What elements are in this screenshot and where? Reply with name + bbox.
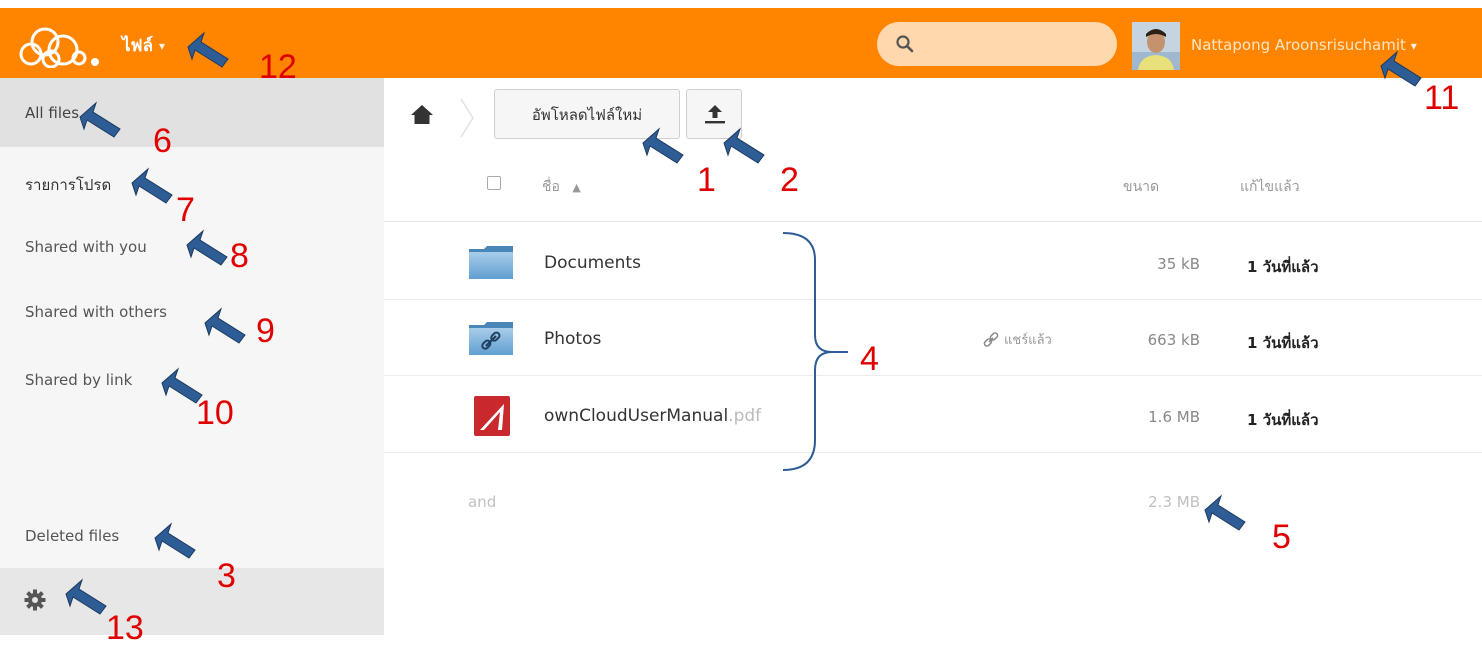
upload-icon	[705, 105, 725, 124]
sidebar-item-shared-with-others[interactable]: Shared with others	[0, 277, 384, 346]
sidebar-item-label: รายการโปรด	[25, 176, 112, 194]
annotation-7: 7	[176, 191, 195, 229]
folder-icon	[469, 246, 513, 279]
file-name[interactable]: Photos	[544, 329, 601, 349]
home-icon[interactable]	[410, 104, 434, 126]
file-modified: 1 วันที่แล้ว	[1247, 258, 1319, 276]
file-size: 1.6 MB	[1148, 408, 1200, 426]
annotation-8: 8	[230, 237, 249, 275]
annotation-10: 10	[196, 394, 234, 432]
file-modified: 1 วันที่แล้ว	[1247, 411, 1319, 429]
file-extension: .pdf	[728, 406, 762, 426]
gear-icon[interactable]	[24, 589, 46, 611]
upload-button[interactable]	[686, 89, 742, 139]
user-name: Nattapong Aroonsrisuchamit	[1191, 36, 1406, 54]
new-upload-button[interactable]: อัพโหลดไฟล์ใหม่	[494, 89, 680, 139]
sidebar-item-all-files[interactable]: All files	[0, 78, 384, 147]
avatar[interactable]	[1132, 22, 1180, 70]
table-header-divider	[384, 221, 1482, 222]
sidebar-item-label: Deleted files	[25, 527, 120, 545]
settings-bar[interactable]	[0, 568, 384, 635]
pdf-icon	[474, 396, 510, 436]
avatar-image	[1132, 22, 1180, 70]
file-base-name: ownCloudUserManual	[544, 406, 729, 426]
sidebar-item-label: All files	[25, 104, 80, 122]
file-size: 663 kB	[1147, 331, 1200, 349]
annotation-11: 11	[1424, 79, 1460, 117]
breadcrumb-separator-icon	[460, 98, 474, 138]
top-header-bar: ไฟล์ ▾ Nattapong Aroonsrisuchamit ▾	[0, 8, 1482, 78]
modified-column-header[interactable]: แก้ไขแล้ว	[1240, 176, 1300, 198]
sidebar: All files รายการโปรด Shared with you Sha…	[0, 78, 384, 635]
row-divider	[384, 375, 1482, 376]
sidebar-item-label: Shared with others	[25, 303, 167, 321]
annotation-13: 13	[106, 609, 144, 647]
row-divider	[384, 452, 1482, 453]
file-name[interactable]: Documents	[544, 253, 641, 273]
sort-ascending-icon: ▲	[572, 181, 581, 194]
sidebar-item-label: Shared with you	[25, 238, 147, 256]
link-icon	[983, 331, 999, 347]
name-column-label: ชื่อ	[542, 179, 560, 195]
row-divider	[384, 299, 1482, 300]
owncloud-logo-icon[interactable]	[15, 22, 105, 68]
shared-status[interactable]: แชร์แล้ว	[983, 329, 1052, 350]
sidebar-item-deleted-files[interactable]: Deleted files	[0, 501, 384, 570]
search-icon	[896, 35, 914, 53]
app-menu[interactable]: ไฟล์ ▾	[122, 32, 165, 59]
user-menu-caret-icon: ▾	[1410, 39, 1417, 53]
file-modified: 1 วันที่แล้ว	[1247, 334, 1319, 352]
search-input[interactable]	[921, 28, 1105, 62]
user-menu[interactable]: Nattapong Aroonsrisuchamit ▾	[1191, 36, 1417, 54]
annotation-12: 12	[259, 48, 297, 86]
app-menu-caret-icon: ▾	[159, 38, 166, 53]
annotation-9: 9	[256, 312, 275, 350]
select-all-checkbox[interactable]	[487, 176, 501, 190]
annotation-2: 2	[780, 161, 799, 199]
summary-size: 2.3 MB	[1148, 493, 1200, 511]
sidebar-item-shared-by-link[interactable]: Shared by link	[0, 345, 384, 414]
search-box[interactable]	[877, 22, 1117, 66]
shared-folder-icon	[469, 322, 513, 355]
annotation-1: 1	[697, 161, 716, 199]
shared-label: แชร์แล้ว	[1004, 333, 1052, 348]
file-name[interactable]: ownCloudUserManual.pdf	[544, 406, 761, 426]
file-size: 35 kB	[1157, 255, 1200, 273]
name-column-header[interactable]: ชื่อ ▲	[542, 176, 581, 198]
annotation-4: 4	[860, 340, 879, 378]
annotation-3: 3	[217, 557, 236, 595]
annotation-6: 6	[153, 122, 172, 160]
annotation-5: 5	[1272, 518, 1291, 556]
arrow-5-icon	[1204, 495, 1246, 531]
size-column-header[interactable]: ขนาด	[1123, 176, 1159, 198]
summary-label: and	[468, 493, 497, 511]
app-name: ไฟล์	[122, 36, 154, 56]
sidebar-item-label: Shared by link	[25, 371, 133, 389]
